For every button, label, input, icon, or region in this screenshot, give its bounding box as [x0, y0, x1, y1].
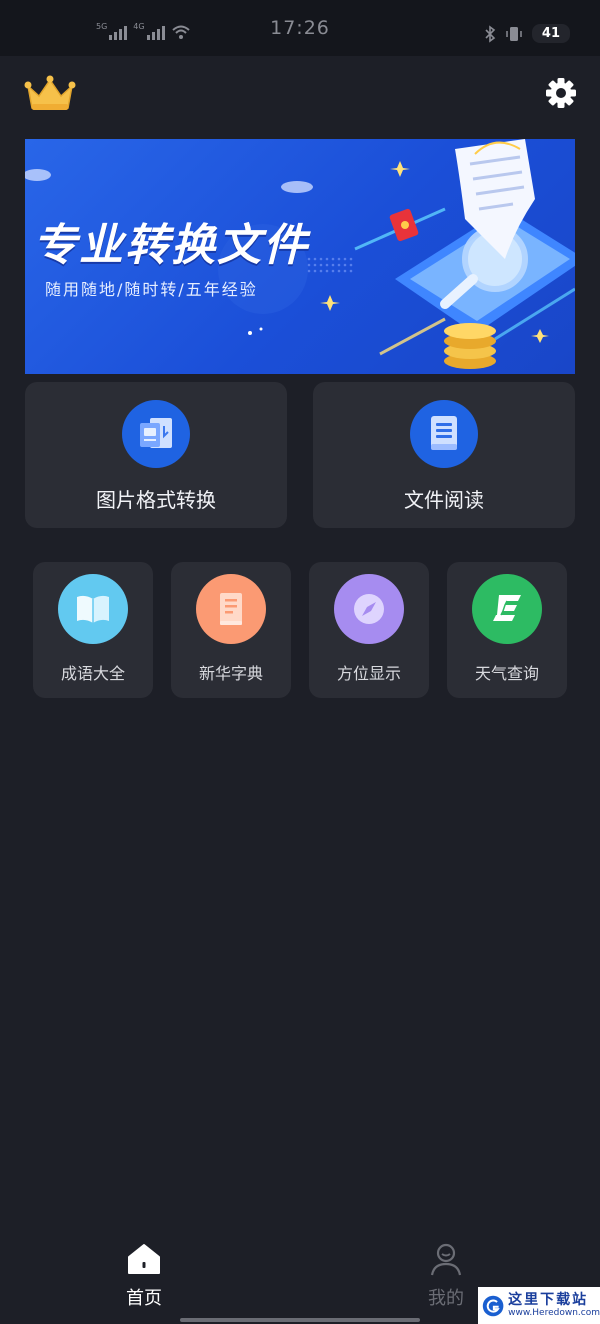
home-icon: [128, 1244, 160, 1274]
tab-mine-label: 我的: [428, 1288, 464, 1309]
document-icon: [431, 416, 457, 450]
crown-icon: [24, 75, 76, 110]
clock: 17:26: [270, 17, 330, 39]
wifi-icon: [171, 25, 190, 39]
signal-indicators: 5G 4G: [96, 22, 191, 40]
idiom-label: 成语大全: [60, 664, 125, 683]
book-icon: [77, 595, 109, 623]
watermark-en: www.Heredown.com: [508, 1308, 600, 1318]
tab-home-label: 首页: [126, 1288, 162, 1309]
status-right: 41: [484, 24, 570, 43]
status-bar: 5G 4G 17:26 41: [0, 0, 600, 56]
dictionary-label: 新华字典: [198, 664, 263, 683]
user-icon: [430, 1243, 462, 1276]
vip-crown-button[interactable]: [24, 74, 76, 114]
banner-subtitle: 随用随地/随时转/五年经验: [45, 280, 258, 299]
weather-icon-circle: [472, 574, 542, 644]
watermark-cn: 这里下载站: [508, 1292, 589, 1308]
weather-icon: [493, 595, 521, 621]
battery-indicator: 41: [531, 24, 570, 43]
tab-home[interactable]: 首页: [126, 1242, 162, 1310]
idiom-card[interactable]: 成语大全: [33, 562, 153, 698]
file-read-label: 文件阅读: [404, 488, 484, 512]
watermark-logo-icon: [482, 1295, 504, 1316]
watermark-text: 这里下载站 www.Heredown.com: [508, 1292, 600, 1319]
signal-5g-icon: 5G: [96, 22, 128, 40]
tab-mine[interactable]: 我的: [428, 1242, 464, 1310]
compass-icon: [354, 594, 384, 624]
gear-icon: [546, 78, 576, 108]
compass-icon-circle: [334, 574, 404, 644]
image-convert-icon-circle: [122, 400, 190, 468]
image-convert-icon: [140, 418, 172, 448]
dictionary-icon: [220, 593, 242, 625]
image-convert-label: 图片格式转换: [96, 488, 216, 512]
file-read-icon-circle: [410, 400, 478, 468]
promo-banner[interactable]: 专业转换文件 随用随地/随时转/五年经验: [25, 139, 575, 374]
file-read-card[interactable]: 文件阅读: [313, 382, 575, 528]
dictionary-icon-circle: [196, 574, 266, 644]
banner-title: 专业转换文件: [33, 220, 309, 271]
settings-button[interactable]: [544, 76, 578, 110]
idiom-icon-circle: [58, 574, 128, 644]
compass-card[interactable]: 方位显示: [309, 562, 429, 698]
weather-label: 天气查询: [474, 664, 539, 683]
watermark: 这里下载站 www.Heredown.com: [478, 1287, 600, 1324]
dictionary-card[interactable]: 新华字典: [171, 562, 291, 698]
bluetooth-icon: [485, 24, 496, 43]
vibrate-icon: [506, 26, 522, 41]
image-convert-card[interactable]: 图片格式转换: [25, 382, 287, 528]
compass-label: 方位显示: [336, 664, 401, 683]
signal-4g-icon: 4G: [133, 22, 165, 40]
weather-card[interactable]: 天气查询: [447, 562, 567, 698]
home-indicator: [180, 1318, 420, 1322]
